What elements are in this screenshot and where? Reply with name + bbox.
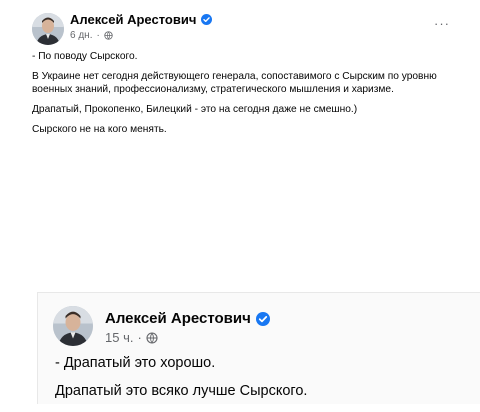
author-name[interactable]: Алексей Арестович xyxy=(105,310,270,327)
author-name[interactable]: Алексей Арестович xyxy=(70,12,213,27)
more-options-icon[interactable]: ··· xyxy=(434,16,450,31)
post-body: - По поводу Сырского. В Украине нет сего… xyxy=(32,50,452,143)
post-card: Алексей Арестович 15 ч. · - Драпатый это… xyxy=(37,292,480,404)
globe-icon xyxy=(104,31,113,40)
meta-separator: · xyxy=(137,330,142,345)
post-paragraph: - Драпатый это хорошо. xyxy=(55,355,216,371)
avatar[interactable] xyxy=(53,306,93,346)
verified-badge-icon xyxy=(255,311,270,326)
author-name-text[interactable]: Алексей Арестович xyxy=(105,310,251,327)
meta-separator: · xyxy=(96,30,100,41)
post-time[interactable]: 15 ч. xyxy=(105,330,133,345)
post-time[interactable]: 6 дн. xyxy=(70,30,92,41)
verified-badge-icon xyxy=(201,14,213,25)
post-paragraph: Драпатый, Прокопенко, Билецкий - это на … xyxy=(32,104,358,115)
author-name-text[interactable]: Алексей Арестович xyxy=(70,12,196,27)
post-paragraph: В Украине нет сегодня действующего генер… xyxy=(32,71,437,95)
post-meta: 6 дн. · xyxy=(70,30,113,41)
globe-icon xyxy=(146,331,158,344)
post-paragraph: Драпатый это всяко лучше Сырского. xyxy=(55,383,308,399)
post-body: - Драпатый это хорошо. Драпатый это всяк… xyxy=(55,353,465,409)
post-paragraph: - По поводу Сырского. xyxy=(32,51,138,62)
avatar[interactable] xyxy=(32,13,64,45)
post-meta: 15 ч. · xyxy=(105,330,158,345)
post-paragraph: Сырского не на кого менять. xyxy=(32,124,167,135)
post-card: Алексей Арестович 6 дн. · ··· - По повод… xyxy=(22,4,462,152)
